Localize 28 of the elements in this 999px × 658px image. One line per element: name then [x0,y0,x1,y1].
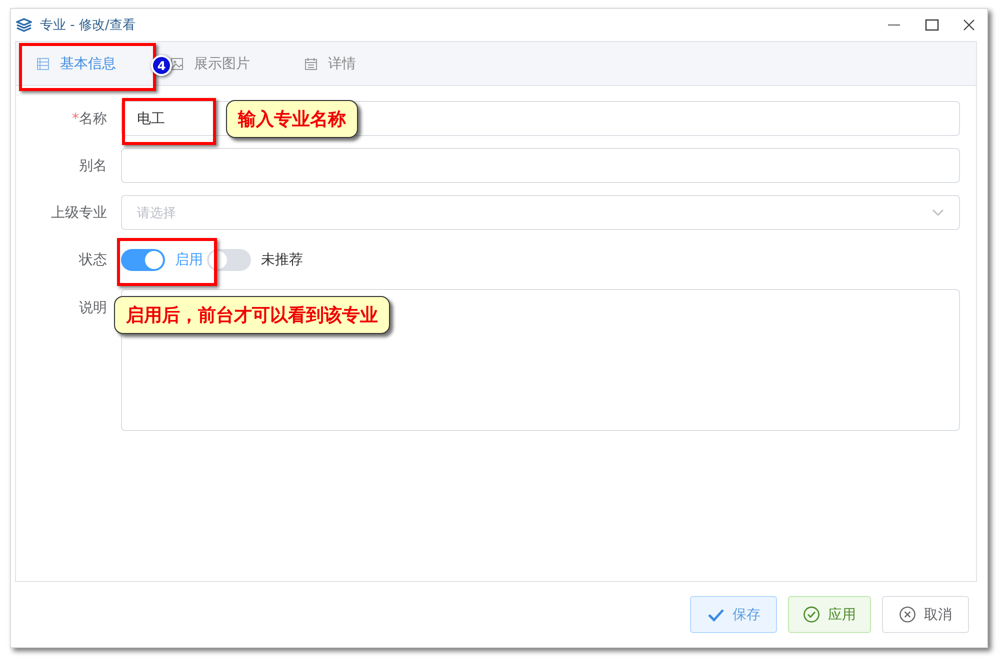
toggle-switch[interactable]: 未推荐 [207,248,307,270]
chevron-down-icon [932,208,944,216]
callout-note: 输入专业名称 [226,100,358,138]
checkmark-icon [706,608,724,622]
layers-icon [16,18,32,32]
field-label: *名称 [71,110,108,128]
close-circle-icon [899,606,916,623]
tab[interactable]: 展示图片 [170,54,250,72]
field-label: 别名 [78,156,108,174]
maximize-icon[interactable] [925,19,939,31]
field-label: 上级专业 [50,204,108,222]
check-circle-icon [803,606,820,623]
input-field[interactable] [121,148,960,183]
list-icon [36,56,50,70]
dialog-button[interactable]: 取消 [882,596,969,633]
dialog-button[interactable]: 保存 [690,596,777,633]
select-field[interactable]: 请选择 [121,195,960,230]
tab[interactable]: 详情 [304,54,356,72]
callout-note: 启用后，前台才可以看到该专业 [114,296,390,334]
window-title: 专业 - 修改/查看 [40,17,136,34]
textarea-field[interactable] [121,289,960,431]
calendar-icon [304,56,318,70]
field-label: 状态 [78,250,108,268]
image-icon [170,56,184,70]
dialog-button[interactable]: 应用 [788,596,871,633]
field-label: 说明 [78,299,108,317]
close-icon[interactable] [963,19,975,31]
tab[interactable]: 基本信息 [36,54,116,72]
